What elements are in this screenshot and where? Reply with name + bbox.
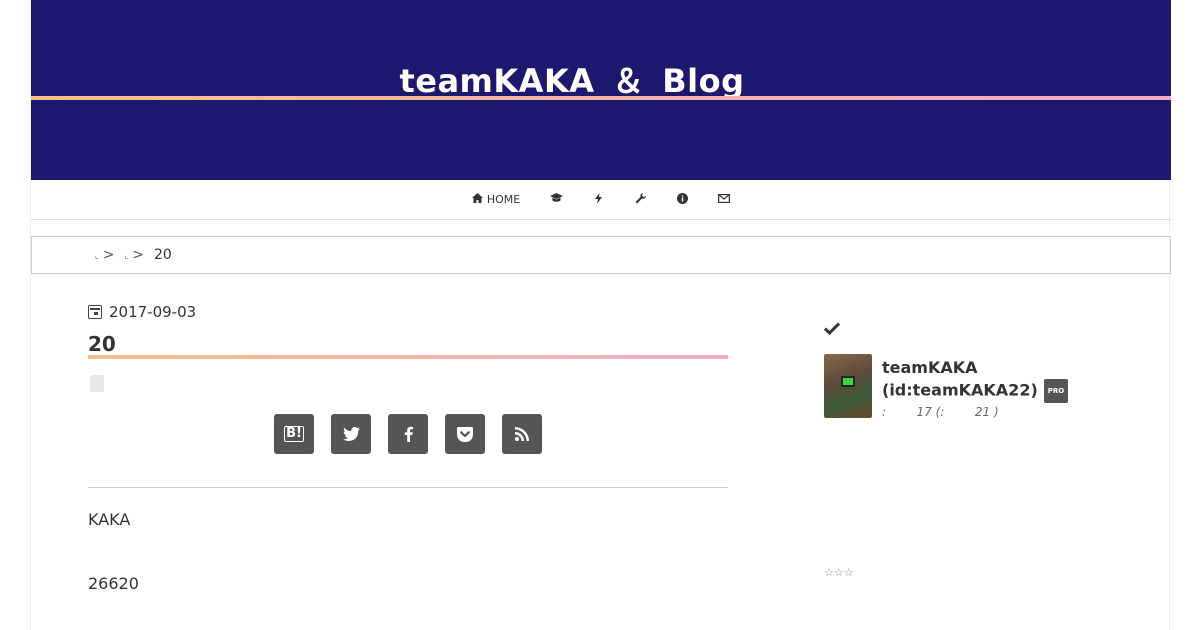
header-accent-line <box>31 96 1171 100</box>
graduation-cap-icon <box>550 193 564 206</box>
check-icon <box>824 322 840 335</box>
nav-item-label: HOME <box>486 193 521 206</box>
hatena-bookmark-icon: B! <box>284 426 304 442</box>
entry-divider <box>88 487 728 488</box>
pocket-icon <box>457 426 473 442</box>
breadcrumb-current: 20 <box>153 247 172 263</box>
breadcrumb-link-category[interactable]: ⌞ <box>124 251 128 260</box>
profile-id: (id:teamKAKA22) <box>882 380 1038 400</box>
profile-display-name: teamKAKA <box>882 358 978 377</box>
avatar[interactable] <box>824 354 872 418</box>
global-nav: HOME <box>31 180 1171 220</box>
bolt-icon <box>592 192 604 207</box>
nav-item-about[interactable] <box>661 180 703 220</box>
breadcrumb-separator: > <box>102 247 115 263</box>
nav-item-tools[interactable] <box>619 180 661 220</box>
envelope-icon <box>718 193 731 206</box>
stars-rating: ☆☆☆ <box>824 566 854 579</box>
category-chip[interactable] <box>90 375 104 392</box>
profile-stats: : 17 (: 21 ) <box>882 405 999 419</box>
rss-subscribe-button[interactable] <box>502 414 542 454</box>
nav-item-contact[interactable] <box>703 180 745 220</box>
entry-paragraph: 26620 <box>88 574 139 593</box>
pro-badge: PRO <box>1043 379 1069 403</box>
entry-date-text: 2017-09-03 <box>109 303 197 321</box>
wrench-icon <box>634 192 646 207</box>
share-buttons: B! <box>274 414 542 454</box>
twitter-icon <box>342 427 360 441</box>
nav-item-bolt[interactable] <box>577 180 619 220</box>
hatena-bookmark-button[interactable]: B! <box>274 414 314 454</box>
entry-date[interactable]: 2017-09-03 <box>88 303 196 321</box>
breadcrumb: ⌞ > ⌞ > 20 <box>31 236 1171 274</box>
entry-paragraph: KAKA <box>88 510 131 529</box>
breadcrumb-link-top[interactable]: ⌞ <box>95 251 99 260</box>
breadcrumb-separator: > <box>132 247 144 263</box>
facebook-share-button[interactable] <box>388 414 428 454</box>
entry-title[interactable]: 20 <box>88 332 116 356</box>
avatar-screen <box>841 376 855 387</box>
title-underline <box>88 355 728 359</box>
home-icon <box>472 193 484 206</box>
profile-name[interactable]: teamKAKA (id:teamKAKA22) PRO <box>882 357 1069 403</box>
calendar-icon <box>88 305 102 319</box>
facebook-icon <box>404 426 413 442</box>
nav-item-home[interactable]: HOME <box>457 180 535 220</box>
blog-header: teamKAKA ＆ Blog <box>31 0 1171 180</box>
rss-icon <box>515 427 529 441</box>
info-circle-icon <box>676 192 688 207</box>
pocket-share-button[interactable] <box>445 414 485 454</box>
nav-item-study[interactable] <box>535 180 577 220</box>
page-container: teamKAKA ＆ Blog HOME ⌞ > ⌞ > 20 2017-09-… <box>30 0 1171 630</box>
twitter-share-button[interactable] <box>331 414 371 454</box>
